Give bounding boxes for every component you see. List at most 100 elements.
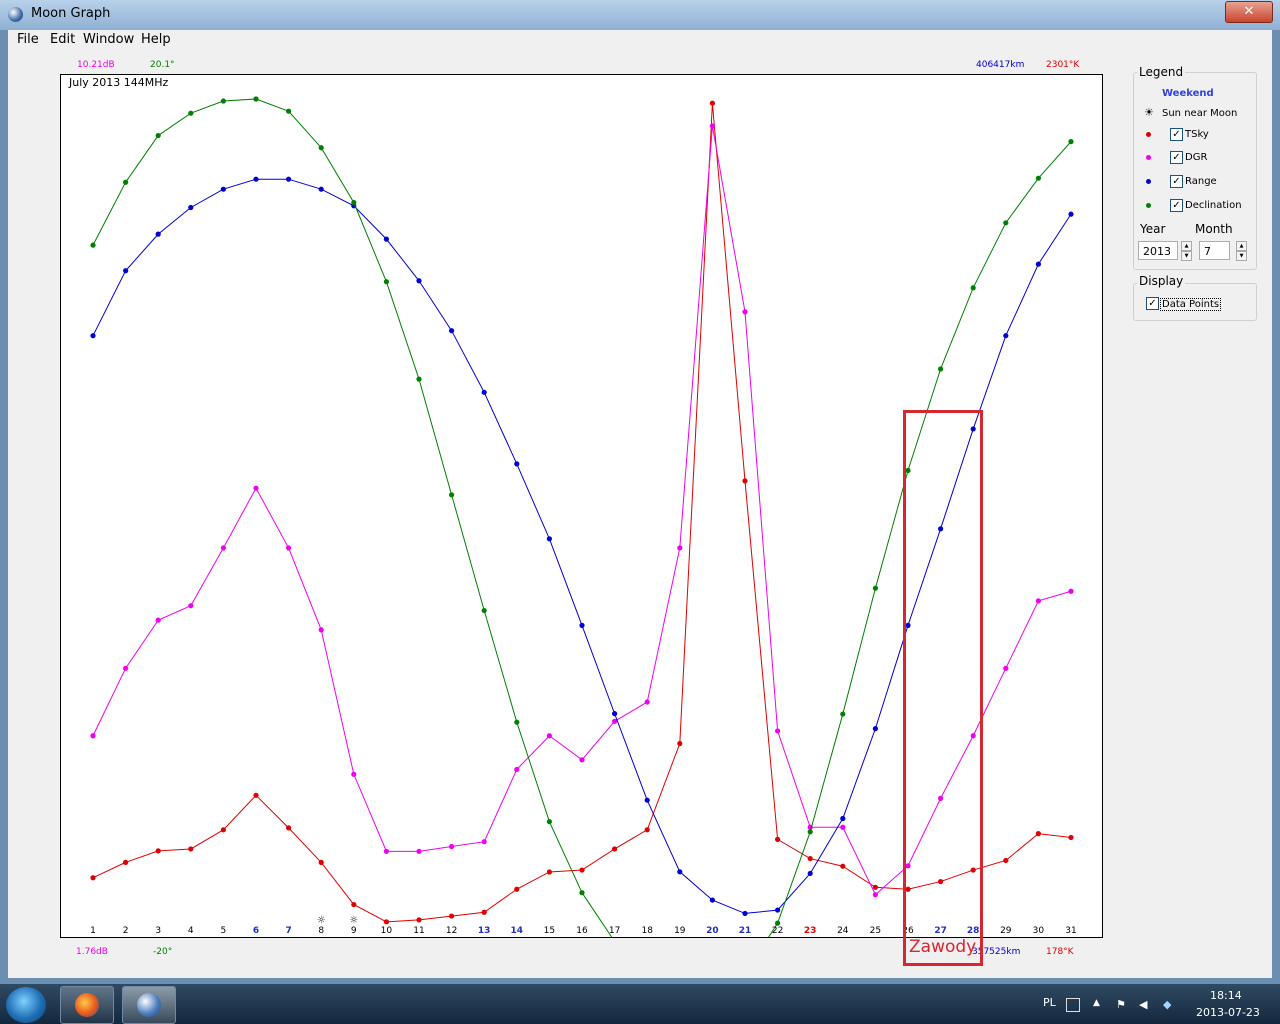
- data-point-declination-22: [775, 920, 781, 926]
- year-label: Year: [1140, 222, 1166, 236]
- data-point-dgr-14: [514, 766, 520, 773]
- data-point-declination-5: [220, 98, 226, 104]
- data-point-tsky-1: [90, 875, 96, 881]
- data-point-tsky-19: [677, 740, 683, 747]
- x-tick-label: 5: [221, 926, 227, 936]
- data-points-label[interactable]: Data Points: [1160, 298, 1222, 311]
- declination-max-label: 20.1°: [150, 60, 175, 70]
- menu-window[interactable]: Window: [83, 32, 134, 47]
- title-bar[interactable]: Moon Graph ✕: [0, 0, 1280, 31]
- action-center-flag-icon[interactable]: ⚑: [1116, 998, 1128, 1011]
- data-point-range-8: [318, 186, 324, 192]
- data-point-range-10: [383, 236, 389, 242]
- menu-file[interactable]: File: [17, 32, 39, 47]
- x-tick-label: 25: [870, 926, 881, 936]
- range-checkbox[interactable]: ✓: [1170, 175, 1183, 188]
- sun-near-moon-icon: ☼: [317, 915, 326, 926]
- data-point-declination-12: [449, 492, 455, 498]
- volume-icon[interactable]: ◀: [1139, 998, 1151, 1011]
- data-point-tsky-2: [123, 859, 129, 865]
- month-input[interactable]: 7: [1199, 241, 1230, 260]
- data-point-declination-24: [840, 711, 846, 717]
- data-point-tsky-16: [579, 867, 585, 873]
- moon-graph-taskbar-button[interactable]: [122, 986, 176, 1024]
- x-tick-label: 29: [1000, 926, 1012, 936]
- dgr-min-label: 1.76dB: [76, 947, 108, 957]
- data-point-range-18: [644, 797, 650, 803]
- data-point-range-15: [546, 536, 552, 542]
- data-point-tsky-25: [872, 884, 879, 890]
- menu-edit[interactable]: Edit: [50, 32, 75, 47]
- data-point-range-3: [155, 231, 161, 237]
- data-point-dgr-25: [872, 892, 879, 898]
- close-button[interactable]: ✕: [1225, 1, 1273, 23]
- data-point-declination-11: [416, 376, 422, 382]
- x-tick-label: 2: [123, 926, 129, 936]
- firefox-icon: [75, 993, 99, 1017]
- show-hidden-icons-icon[interactable]: ▲: [1093, 998, 1105, 1010]
- dgr-max-label: 10.21dB: [77, 60, 115, 70]
- menu-help[interactable]: Help: [141, 32, 171, 47]
- x-tick-label: 31: [1065, 926, 1076, 936]
- data-point-range-6: [253, 176, 259, 182]
- data-point-tsky-9: [351, 901, 357, 908]
- zawody-highlight-box: [903, 410, 983, 966]
- start-button[interactable]: [6, 987, 46, 1023]
- x-tick-label: 9: [351, 926, 357, 936]
- x-tick-label: 1: [90, 926, 96, 936]
- data-point-tsky-10: [383, 919, 389, 925]
- data-point-range-12: [449, 328, 455, 334]
- dgr-checkbox[interactable]: ✓: [1170, 151, 1183, 164]
- data-point-tsky-22: [775, 836, 781, 842]
- network-icon[interactable]: ◆: [1163, 998, 1175, 1011]
- data-point-declination-10: [383, 279, 389, 285]
- legend-sun-near-moon: Sun near Moon: [1162, 108, 1238, 119]
- x-tick-label: 24: [837, 926, 849, 936]
- menu-bar: File Edit Window Help: [8, 30, 1272, 51]
- data-point-range-7: [286, 176, 292, 182]
- data-point-dgr-11: [416, 848, 422, 854]
- year-up-button[interactable]: ▲: [1181, 241, 1192, 251]
- data-point-dgr-4: [188, 603, 194, 609]
- data-point-tsky-4: [188, 846, 194, 852]
- declination-checkbox[interactable]: ✓: [1170, 199, 1183, 212]
- tsky-legend-dot: [1146, 132, 1151, 137]
- keyboard-icon[interactable]: [1066, 998, 1080, 1012]
- data-point-declination-27: [938, 366, 944, 372]
- clock-time[interactable]: 18:14: [1210, 989, 1242, 1002]
- data-point-dgr-20: [709, 123, 716, 129]
- range-legend-dot: [1146, 179, 1151, 184]
- year-input[interactable]: 2013: [1138, 241, 1178, 260]
- data-point-range-20: [709, 897, 716, 903]
- data-point-declination-31: [1068, 139, 1074, 145]
- data-point-declination-4: [188, 110, 194, 116]
- tsky-legend-label: TSky: [1185, 129, 1209, 140]
- clock-date[interactable]: 2013-07-23: [1196, 1006, 1260, 1019]
- data-point-range-1: [90, 333, 96, 339]
- legend-weekend: Weekend: [1162, 88, 1214, 99]
- data-point-range-14: [514, 461, 520, 467]
- data-point-range-30: [1035, 261, 1041, 267]
- data-point-tsky-24: [840, 863, 846, 869]
- data-point-tsky-31: [1068, 834, 1074, 841]
- declination-legend-label: Declination: [1185, 200, 1242, 211]
- data-point-tsky-11: [416, 917, 422, 923]
- legend-title: Legend: [1137, 65, 1186, 79]
- data-points-checkbox[interactable]: ✓: [1146, 297, 1159, 310]
- language-indicator[interactable]: PL: [1043, 996, 1056, 1009]
- month-down-button[interactable]: ▼: [1236, 251, 1247, 261]
- data-point-range-24: [840, 815, 846, 822]
- month-up-button[interactable]: ▲: [1236, 241, 1247, 251]
- firefox-taskbar-button[interactable]: [60, 986, 114, 1024]
- data-point-tsky-8: [318, 859, 324, 865]
- data-point-tsky-15: [546, 869, 552, 875]
- data-point-range-17: [612, 711, 618, 717]
- data-point-tsky-5: [220, 827, 226, 833]
- data-point-tsky-14: [514, 886, 520, 892]
- data-point-tsky-23: [807, 855, 813, 862]
- tsky-checkbox[interactable]: ✓: [1170, 128, 1183, 141]
- x-tick-label: 21: [739, 926, 752, 936]
- x-tick-label: 20: [706, 926, 719, 936]
- data-point-range-21: [742, 910, 748, 917]
- year-down-button[interactable]: ▼: [1181, 251, 1192, 261]
